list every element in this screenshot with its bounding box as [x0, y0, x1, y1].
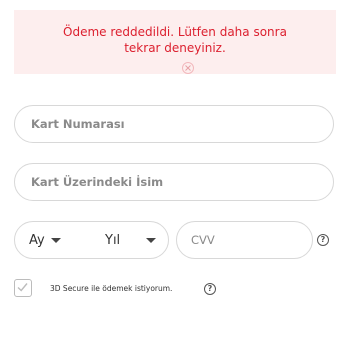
- cvv-help-icon[interactable]: ?: [317, 234, 329, 246]
- secure-3d-checkbox[interactable]: [14, 279, 32, 297]
- card-number-placeholder: Kart Numarası: [31, 117, 125, 131]
- payment-form-page: Ödeme reddedildi. Lütfen daha sonra tekr…: [0, 0, 350, 350]
- chevron-down-icon: [50, 237, 61, 243]
- month-select-label: Ay: [29, 232, 45, 248]
- card-number-input[interactable]: Kart Numarası: [14, 105, 334, 143]
- year-select[interactable]: Yıl: [105, 222, 157, 258]
- month-select[interactable]: Ay: [29, 222, 61, 258]
- close-icon[interactable]: [182, 62, 194, 74]
- chevron-down-icon: [146, 237, 157, 243]
- secure-3d-help-icon[interactable]: ?: [204, 283, 216, 295]
- cvv-input[interactable]: CVV: [176, 221, 313, 259]
- card-name-input[interactable]: Kart Üzerindeki İsim: [14, 163, 334, 201]
- cvv-placeholder: CVV: [191, 233, 215, 247]
- year-select-label: Yıl: [105, 232, 121, 248]
- expiry-group: Ay Yıl: [14, 221, 169, 259]
- error-alert: Ödeme reddedildi. Lütfen daha sonra tekr…: [14, 10, 336, 74]
- error-message: Ödeme reddedildi. Lütfen daha sonra tekr…: [63, 25, 287, 55]
- secure-3d-label: 3D Secure ile ödemek istiyorum.: [50, 284, 173, 293]
- card-name-placeholder: Kart Üzerindeki İsim: [31, 175, 164, 189]
